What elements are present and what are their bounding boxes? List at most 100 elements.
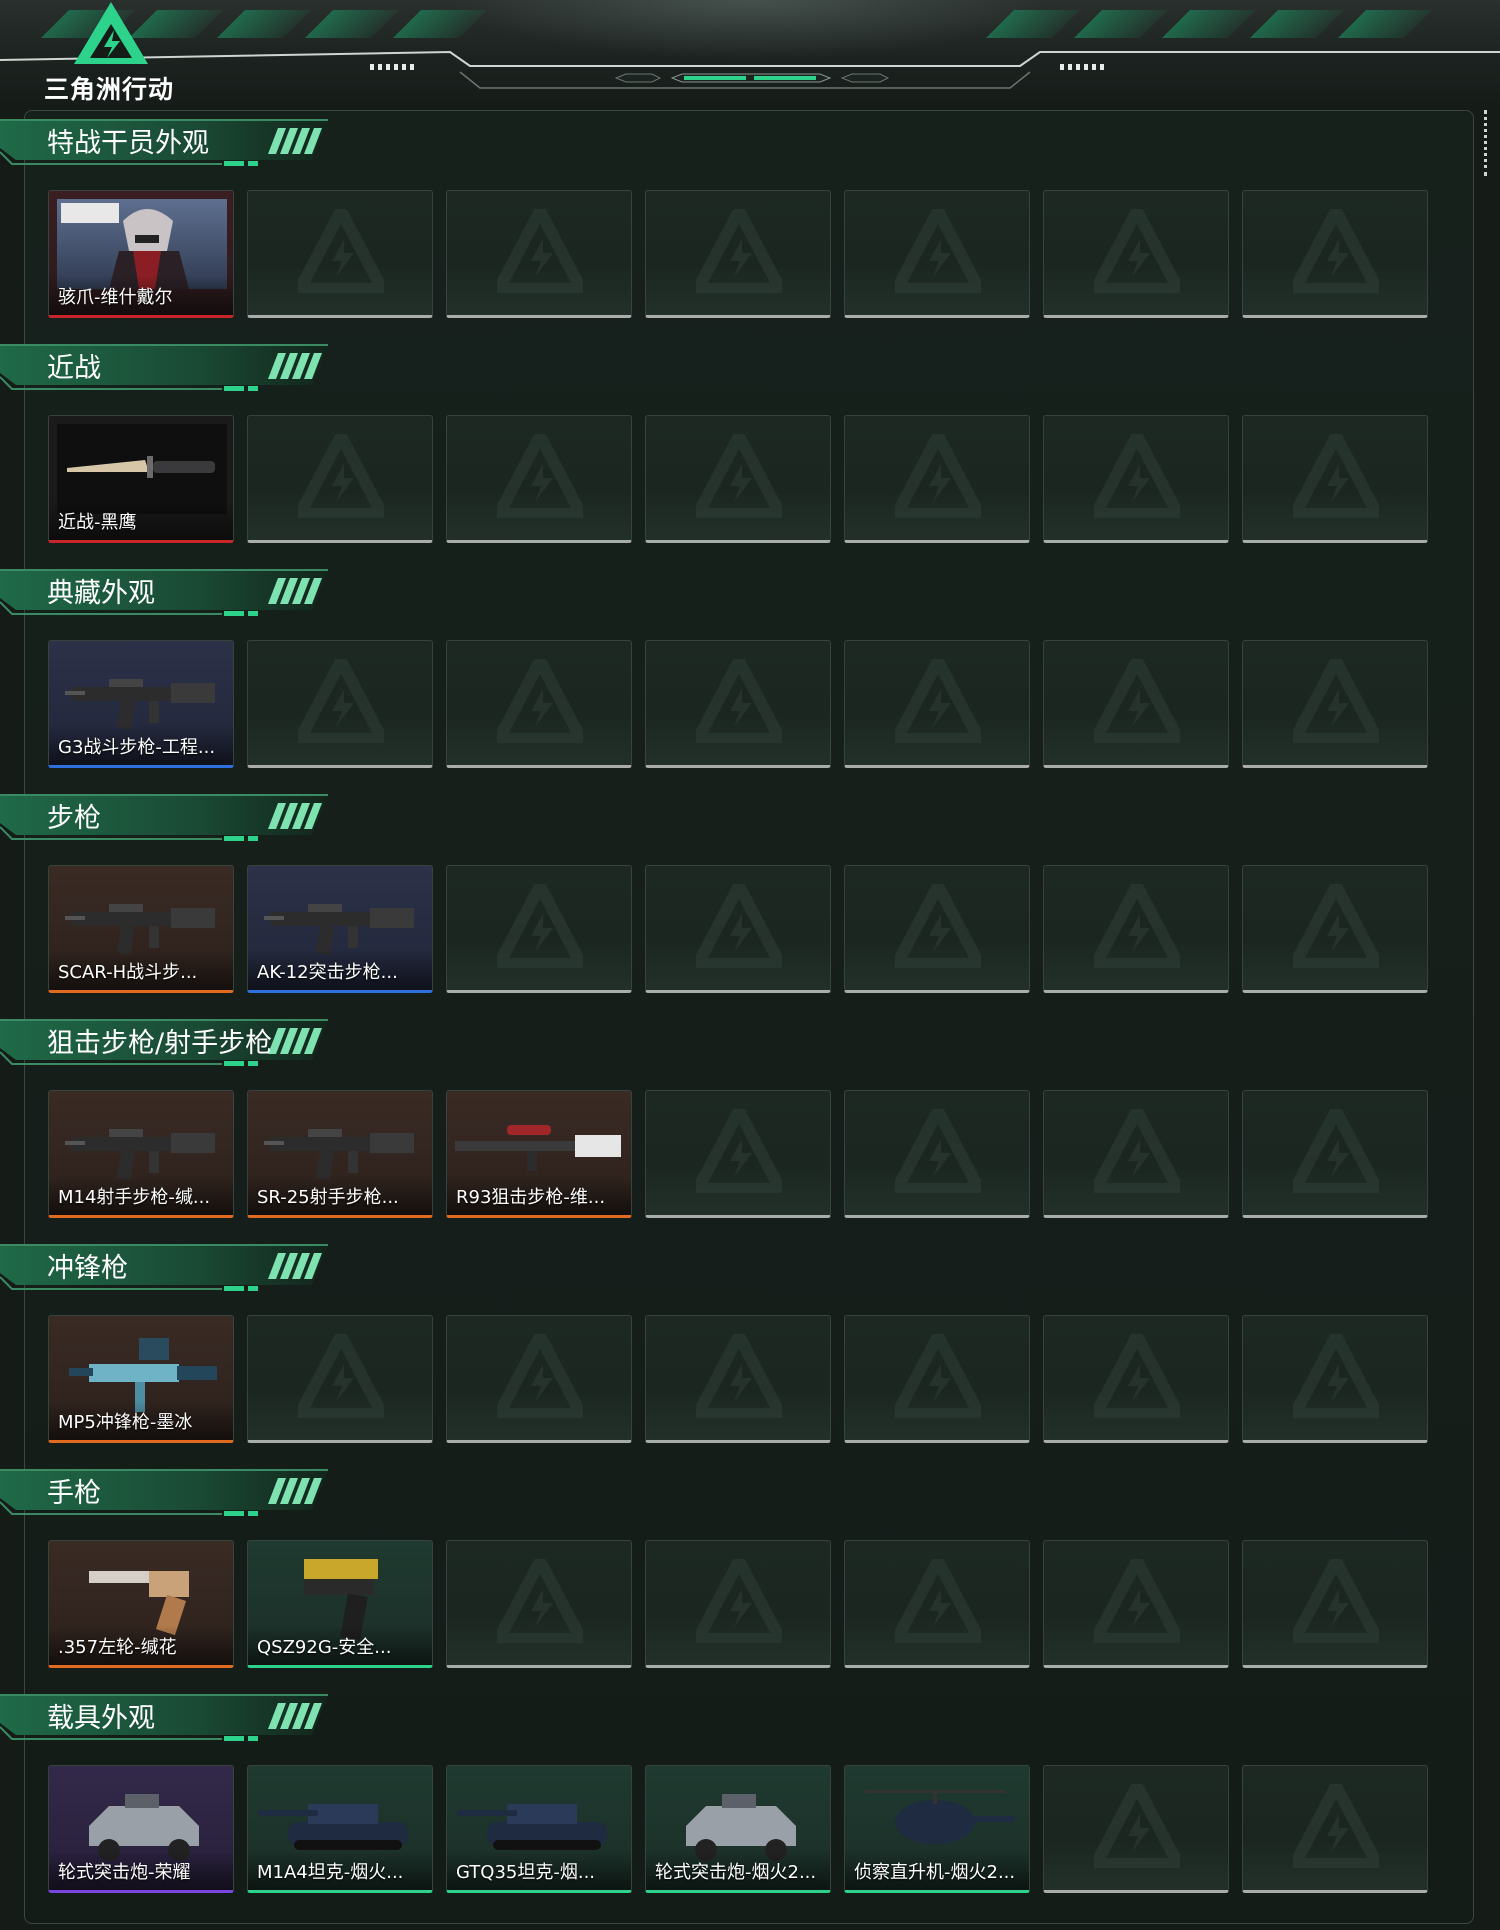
empty-slot[interactable] xyxy=(1242,190,1428,318)
skin-name: M14射手步枪-缄... xyxy=(58,1187,211,1208)
placeholder-logo-icon xyxy=(497,209,583,293)
empty-slot[interactable] xyxy=(446,640,632,768)
skin-card[interactable]: .357左轮-缄花 xyxy=(48,1540,234,1668)
empty-slot[interactable] xyxy=(1242,1765,1428,1893)
section-5: 冲锋枪 MP5冲锋枪-墨冰 xyxy=(0,1243,1500,1453)
placeholder-logo-icon xyxy=(1094,884,1180,968)
placeholder-logo-icon xyxy=(1094,1559,1180,1643)
empty-slot[interactable] xyxy=(1043,640,1229,768)
top-banner: 三角洲行动 xyxy=(0,0,1500,108)
skin-card[interactable]: GTQ35坦克-烟... xyxy=(446,1765,632,1893)
empty-slot[interactable] xyxy=(446,190,632,318)
empty-slot[interactable] xyxy=(645,190,831,318)
skin-name: R93狙击步枪-维... xyxy=(456,1187,606,1208)
section-2: 典藏外观 G3战斗步枪-工程... xyxy=(0,568,1500,778)
skin-card[interactable]: SR-25射手步枪... xyxy=(247,1090,433,1218)
empty-slot[interactable] xyxy=(1043,1315,1229,1443)
skin-card[interactable]: 近战-黑鹰 xyxy=(48,415,234,543)
skin-card[interactable]: 轮式突击炮-荣耀 xyxy=(48,1765,234,1893)
placeholder-logo-icon xyxy=(1293,1559,1379,1643)
empty-slot[interactable] xyxy=(1242,1540,1428,1668)
empty-slot[interactable] xyxy=(446,1315,632,1443)
empty-slot[interactable] xyxy=(844,415,1030,543)
empty-slot[interactable] xyxy=(1043,1540,1229,1668)
section-title: 手枪 xyxy=(47,1478,101,1509)
empty-slot[interactable] xyxy=(1043,190,1229,318)
empty-slot[interactable] xyxy=(247,1315,433,1443)
section-header: 近战 xyxy=(0,343,330,399)
skin-name: MP5冲锋枪-墨冰 xyxy=(58,1412,193,1433)
skin-card[interactable]: M1A4坦克-烟火... xyxy=(247,1765,433,1893)
empty-slot[interactable] xyxy=(844,190,1030,318)
placeholder-logo-icon xyxy=(895,659,981,743)
skin-card[interactable]: 侦察直升机-烟火2... xyxy=(844,1765,1030,1893)
empty-slot[interactable] xyxy=(844,1090,1030,1218)
placeholder-logo-icon xyxy=(497,434,583,518)
skin-card[interactable]: R93狙击步枪-维... xyxy=(446,1090,632,1218)
section-4: 狙击步枪/射手步枪 M14射手步枪-缄... SR-25射手步枪... R93狙… xyxy=(0,1018,1500,1228)
skin-card[interactable]: 轮式突击炮-烟火2... xyxy=(645,1765,831,1893)
skin-card[interactable]: AK-12突击步枪... xyxy=(247,865,433,993)
empty-slot[interactable] xyxy=(1043,415,1229,543)
skin-card[interactable]: SCAR-H战斗步... xyxy=(48,865,234,993)
skin-card[interactable]: M14射手步枪-缄... xyxy=(48,1090,234,1218)
skin-name: .357左轮-缄花 xyxy=(58,1637,177,1658)
placeholder-logo-icon xyxy=(1094,434,1180,518)
placeholder-logo-icon xyxy=(895,434,981,518)
section-1: 近战 近战-黑鹰 xyxy=(0,343,1500,553)
empty-slot[interactable] xyxy=(645,865,831,993)
section-title: 近战 xyxy=(47,353,101,384)
section-title: 狙击步枪/射手步枪 xyxy=(47,1028,273,1059)
empty-slot[interactable] xyxy=(645,1315,831,1443)
section-header: 手枪 xyxy=(0,1468,330,1524)
empty-slot[interactable] xyxy=(645,1540,831,1668)
empty-slot[interactable] xyxy=(844,1540,1030,1668)
section-title: 步枪 xyxy=(47,803,101,834)
empty-slot[interactable] xyxy=(1043,1090,1229,1218)
empty-slot[interactable] xyxy=(1043,1765,1229,1893)
placeholder-logo-icon xyxy=(1293,1334,1379,1418)
placeholder-logo-icon xyxy=(1094,659,1180,743)
skin-name: 轮式突击炮-烟火2... xyxy=(655,1862,817,1883)
section-header: 步枪 xyxy=(0,793,330,849)
empty-slot[interactable] xyxy=(247,415,433,543)
slot-row: .357左轮-缄花 QSZ92G-安全... xyxy=(48,1540,1428,1668)
skin-name: GTQ35坦克-烟... xyxy=(456,1862,596,1883)
empty-slot[interactable] xyxy=(446,865,632,993)
empty-slot[interactable] xyxy=(844,865,1030,993)
skin-card[interactable]: QSZ92G-安全... xyxy=(247,1540,433,1668)
section-0: 特战干员外观 骇爪-维什戴尔 xyxy=(0,118,1500,328)
empty-slot[interactable] xyxy=(1242,640,1428,768)
slot-row: MP5冲锋枪-墨冰 xyxy=(48,1315,1428,1443)
skin-card[interactable]: MP5冲锋枪-墨冰 xyxy=(48,1315,234,1443)
placeholder-logo-icon xyxy=(497,659,583,743)
placeholder-logo-icon xyxy=(497,1334,583,1418)
skin-name: 侦察直升机-烟火2... xyxy=(854,1862,1016,1883)
skin-name: AK-12突击步枪... xyxy=(257,962,398,983)
skin-card[interactable]: G3战斗步枪-工程... xyxy=(48,640,234,768)
empty-slot[interactable] xyxy=(1242,865,1428,993)
placeholder-logo-icon xyxy=(497,1559,583,1643)
empty-slot[interactable] xyxy=(645,1090,831,1218)
empty-slot[interactable] xyxy=(1242,415,1428,543)
skin-card[interactable]: 骇爪-维什戴尔 xyxy=(48,190,234,318)
empty-slot[interactable] xyxy=(1043,865,1229,993)
empty-slot[interactable] xyxy=(247,190,433,318)
empty-slot[interactable] xyxy=(1242,1090,1428,1218)
skin-name: QSZ92G-安全... xyxy=(257,1637,392,1658)
empty-slot[interactable] xyxy=(446,1540,632,1668)
placeholder-logo-icon xyxy=(497,884,583,968)
placeholder-logo-icon xyxy=(696,659,782,743)
placeholder-logo-icon xyxy=(895,884,981,968)
empty-slot[interactable] xyxy=(247,640,433,768)
empty-slot[interactable] xyxy=(844,640,1030,768)
empty-slot[interactable] xyxy=(1242,1315,1428,1443)
empty-slot[interactable] xyxy=(446,415,632,543)
empty-slot[interactable] xyxy=(645,415,831,543)
placeholder-logo-icon xyxy=(298,659,384,743)
empty-slot[interactable] xyxy=(645,640,831,768)
empty-slot[interactable] xyxy=(844,1315,1030,1443)
placeholder-logo-icon xyxy=(895,209,981,293)
section-header: 载具外观 xyxy=(0,1693,330,1749)
skin-name: 近战-黑鹰 xyxy=(58,512,137,533)
